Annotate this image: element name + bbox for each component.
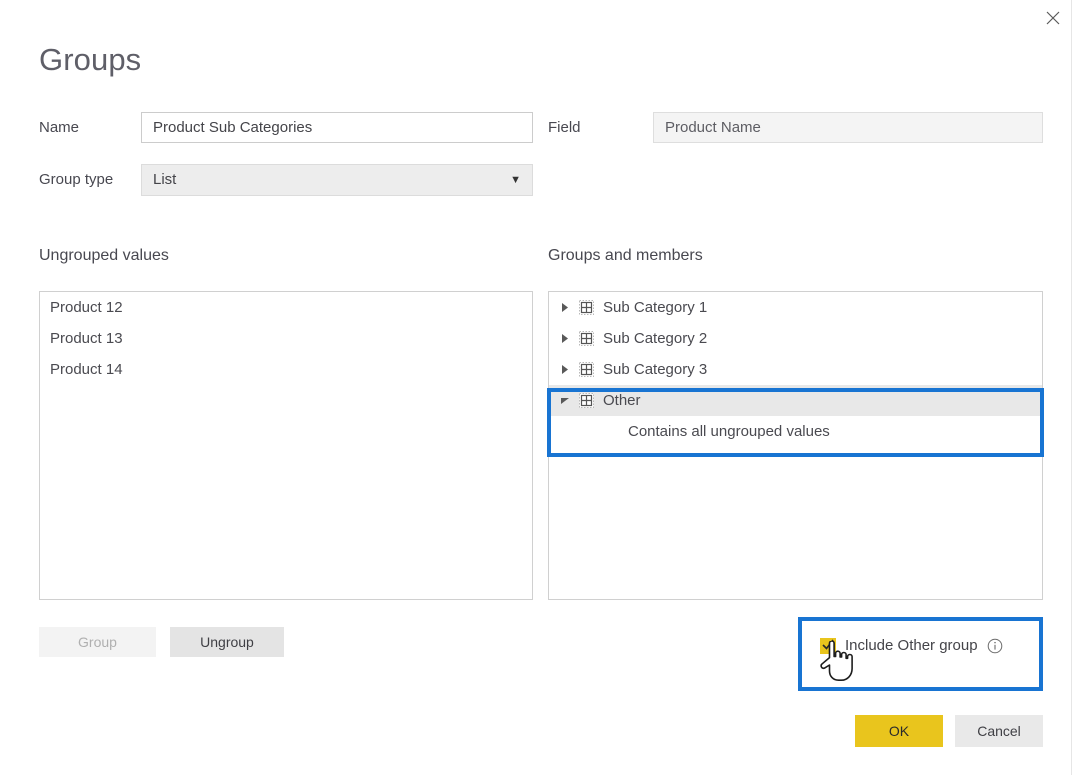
chevron-down-icon[interactable] <box>549 397 573 405</box>
chevron-right-icon[interactable] <box>549 334 573 343</box>
close-icon <box>1046 11 1060 25</box>
ungrouped-values-header: Ungrouped values <box>39 247 169 264</box>
ungrouped-values-list[interactable]: Product 12 Product 13 Product 14 <box>39 291 533 600</box>
page-title: Groups <box>39 42 142 77</box>
checkmark-icon <box>822 639 834 650</box>
list-item[interactable]: Product 14 <box>40 354 532 385</box>
chevron-right-icon[interactable] <box>549 365 573 374</box>
chevron-right-icon[interactable] <box>549 303 573 312</box>
tree-row-label: Sub Category 2 <box>603 329 708 347</box>
groups-and-members-tree[interactable]: Sub Category 1 Sub Category 2 Sub Catego… <box>548 291 1043 600</box>
name-label: Name <box>39 119 80 136</box>
field-value: Product Name <box>653 112 1043 143</box>
include-other-group-checkbox[interactable] <box>820 638 836 654</box>
field-label: Field <box>548 119 581 136</box>
groups-dialog: Groups Name Product Sub Categories Field… <box>0 0 1077 775</box>
tree-row-label: Sub Category 1 <box>603 298 708 316</box>
ok-button[interactable]: OK <box>855 715 943 747</box>
groups-and-members-header: Groups and members <box>548 247 703 264</box>
group-type-label: Group type <box>39 171 114 188</box>
tree-row-other[interactable]: Other <box>549 385 1042 416</box>
name-input[interactable]: Product Sub Categories <box>141 112 533 143</box>
include-other-group-label[interactable]: Include Other group <box>845 636 978 656</box>
tree-child-row[interactable]: Contains all ungrouped values <box>549 416 1042 447</box>
tree-row[interactable]: Sub Category 1 <box>549 292 1042 323</box>
close-button[interactable] <box>1031 2 1075 34</box>
group-type-select[interactable]: List ▼ <box>141 164 533 196</box>
cancel-button[interactable]: Cancel <box>955 715 1043 747</box>
group-type-value: List <box>153 171 177 188</box>
dialog-right-edge <box>1071 0 1072 775</box>
grid-icon <box>579 362 594 377</box>
chevron-down-icon: ▼ <box>510 174 521 186</box>
tree-row-label: Other <box>603 391 641 409</box>
tree-row-label: Sub Category 3 <box>603 360 708 378</box>
include-other-group-row[interactable]: Include Other group <box>820 635 1003 657</box>
list-item[interactable]: Product 13 <box>40 323 532 354</box>
tree-row[interactable]: Sub Category 2 <box>549 323 1042 354</box>
list-item[interactable]: Product 12 <box>40 292 532 323</box>
info-circle-icon[interactable] <box>987 638 1003 654</box>
tree-row[interactable]: Sub Category 3 <box>549 354 1042 385</box>
ungroup-button[interactable]: Ungroup <box>170 627 284 657</box>
grid-icon <box>579 331 594 346</box>
group-button[interactable]: Group <box>39 627 156 657</box>
grid-icon <box>579 300 594 315</box>
grid-icon <box>579 393 594 408</box>
